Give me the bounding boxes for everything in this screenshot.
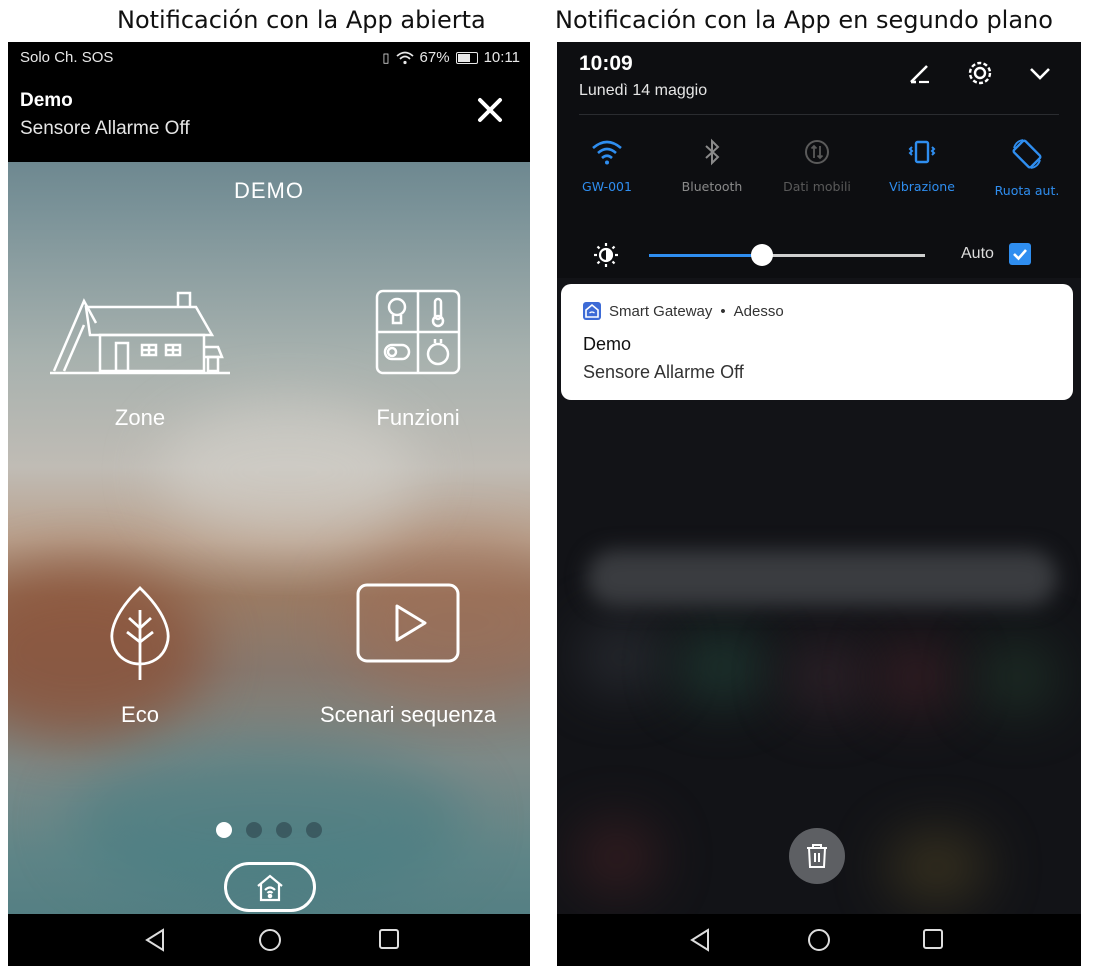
home-wifi-icon [257, 874, 283, 902]
qs-tile-vibration[interactable]: Vibrazione [872, 138, 972, 194]
navigation-bar [557, 914, 1081, 966]
brightness-fill [649, 254, 763, 257]
tile-zone-label: Zone [114, 405, 166, 430]
home-nav-icon[interactable] [258, 928, 282, 952]
play-icon [356, 583, 460, 663]
tile-eco[interactable]: Eco [80, 582, 200, 727]
tile-funzioni[interactable]: Funzioni [338, 287, 498, 430]
auto-brightness-checkbox[interactable] [1009, 243, 1031, 265]
brightness-icon [594, 243, 618, 267]
settings-gear-icon[interactable] [967, 60, 993, 86]
battery-icon [455, 51, 478, 64]
trash-icon [807, 844, 827, 868]
qs-divider [579, 114, 1059, 115]
qs-tile-bluetooth[interactable]: Bluetooth [662, 138, 762, 194]
qs-tile-label: Ruota aut. [994, 183, 1060, 198]
notification-title: Demo [583, 334, 632, 354]
auto-brightness-label: Auto [961, 245, 994, 262]
back-icon[interactable] [144, 928, 166, 952]
recents-icon[interactable] [378, 928, 400, 950]
notification-title: Demo [20, 90, 73, 111]
qs-tile-label: Vibrazione [889, 179, 955, 194]
navigation-bar [8, 914, 530, 966]
bluetooth-icon [705, 138, 720, 166]
mobile-data-icon [805, 140, 829, 164]
battery-percent: 67% [419, 49, 450, 66]
bg-blob [977, 642, 1057, 712]
brightness-slider[interactable] [649, 244, 925, 266]
tile-zone[interactable]: Zone [50, 287, 230, 430]
edit-icon[interactable] [907, 60, 933, 86]
notification-when: Adesso [733, 302, 784, 320]
house-icon [50, 291, 230, 375]
phone-app-open: Solo Ch. SOS ▯ 67% 10:11 Demo Sensore Al… [8, 42, 530, 966]
page-dot-4[interactable] [306, 822, 322, 838]
app-title: DEMO [234, 178, 304, 203]
vibrate-icon [908, 140, 936, 164]
in-app-notification[interactable]: Demo Sensore Allarme Off [8, 74, 530, 162]
bg-blob [887, 832, 987, 902]
quick-settings-panel: 10:09 Lunedì 14 maggio GW-001 Bluetooth … [557, 42, 1081, 278]
page-dot-2[interactable] [246, 822, 262, 838]
caption-app-background: Notificación con la App en segundo plano [555, 6, 1053, 34]
page-dot-1[interactable] [216, 822, 232, 838]
close-icon[interactable] [472, 92, 508, 128]
bg-blob [577, 822, 657, 892]
home-nav-icon[interactable] [807, 928, 831, 952]
brightness-row: Auto [557, 234, 1081, 274]
bg-blob [877, 642, 957, 712]
qs-date: Lunedì 14 maggio [579, 82, 708, 99]
qs-tile-label: Dati mobili [783, 179, 851, 194]
page-dot-3[interactable] [276, 822, 292, 838]
qs-tile-wifi[interactable]: GW-001 [557, 138, 657, 194]
bg-blob [577, 622, 667, 692]
bg-blob [677, 632, 767, 702]
status-icons: ▯ 67% 10:11 [382, 49, 520, 66]
notification-app-name: Smart Gateway [609, 302, 713, 320]
home-button[interactable] [224, 862, 316, 912]
checkmark-icon [1013, 249, 1027, 261]
vibrate-icon: ▯ [382, 49, 390, 65]
clear-notifications-button[interactable] [789, 828, 845, 884]
qs-tile-label: Bluetooth [681, 179, 743, 194]
tile-eco-label: Eco [121, 702, 159, 727]
qs-tile-label: GW-001 [582, 179, 632, 194]
smart-gateway-app-icon [583, 302, 601, 320]
notification-body: Sensore Allarme Off [20, 118, 190, 139]
phone-app-background: 10:09 Lunedì 14 maggio GW-001 Bluetooth … [557, 42, 1081, 966]
leaf-icon [110, 586, 170, 680]
status-bar: Solo Ch. SOS ▯ 67% 10:11 [8, 42, 530, 74]
recents-icon[interactable] [922, 928, 944, 950]
tile-scenari[interactable]: Scenari sequenza [298, 582, 518, 727]
wifi-icon [395, 51, 414, 64]
back-icon[interactable] [689, 928, 711, 952]
blurred-search-bar [587, 550, 1057, 606]
brightness-thumb[interactable] [751, 244, 774, 266]
qs-tile-mobile-data[interactable]: Dati mobili [767, 138, 867, 194]
caption-app-open: Notificación con la App abierta [117, 6, 486, 34]
chevron-down-icon[interactable] [1027, 60, 1053, 86]
notification-app-row: Smart Gateway • Adesso [583, 302, 784, 320]
carrier-label: Solo Ch. SOS [20, 49, 114, 66]
notification-card[interactable]: Smart Gateway • Adesso Demo Sensore Alla… [561, 284, 1073, 400]
functions-icon [375, 289, 461, 375]
notification-body: Sensore Allarme Off [583, 362, 744, 382]
tile-funzioni-label: Funzioni [376, 405, 460, 430]
rotate-icon [1012, 139, 1042, 169]
status-time: 10:11 [483, 49, 520, 66]
tile-scenari-label: Scenari sequenza [319, 702, 497, 727]
wifi-icon [592, 140, 622, 165]
notification-separator: • [720, 302, 726, 320]
page-indicator [216, 822, 322, 838]
qs-time: 10:09 [579, 52, 633, 75]
bg-blob [787, 642, 867, 712]
qs-tile-rotate[interactable]: Ruota aut. [977, 138, 1077, 198]
